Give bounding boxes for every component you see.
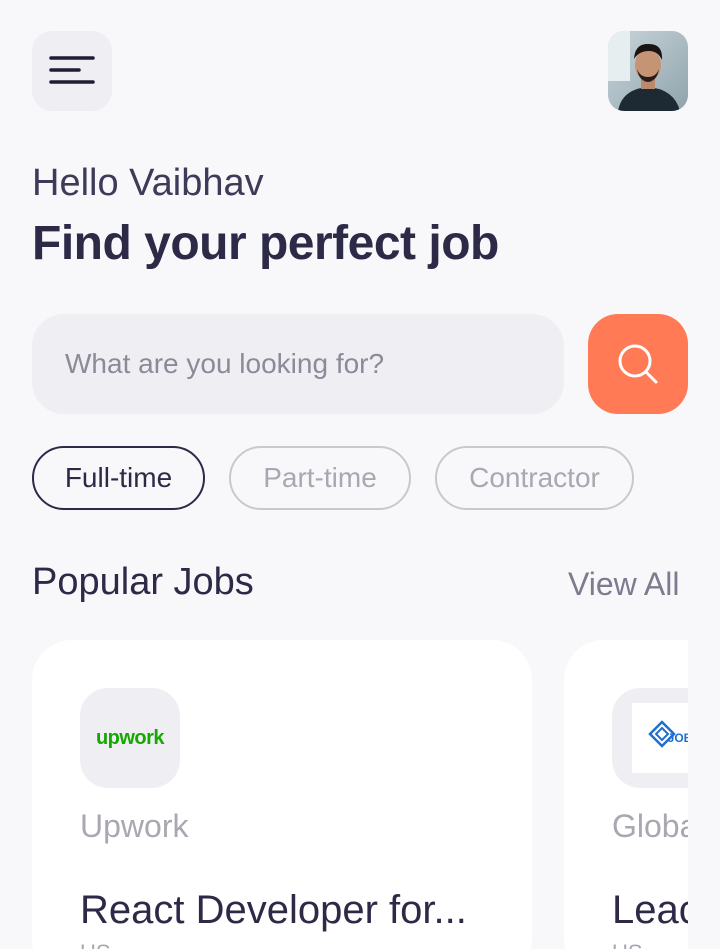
upwork-logo-text: upwork (95, 726, 165, 749)
job-logo-badge: JOB (632, 703, 688, 773)
job-location: US (80, 940, 111, 949)
job-logo-text: JOB (667, 731, 688, 745)
company-name: Upwork (80, 808, 189, 844)
company-logo: JOB (612, 688, 688, 788)
job-card[interactable]: JOB Globa Leac US (564, 640, 688, 949)
job-title: Leac (612, 888, 688, 932)
company-logo: upwork (80, 688, 180, 788)
job-card[interactable]: upwork Upwork React Developer for... US (32, 640, 532, 949)
job-location: US (612, 940, 643, 949)
company-name: Globa (612, 808, 688, 844)
job-title: React Developer for... (80, 888, 467, 932)
